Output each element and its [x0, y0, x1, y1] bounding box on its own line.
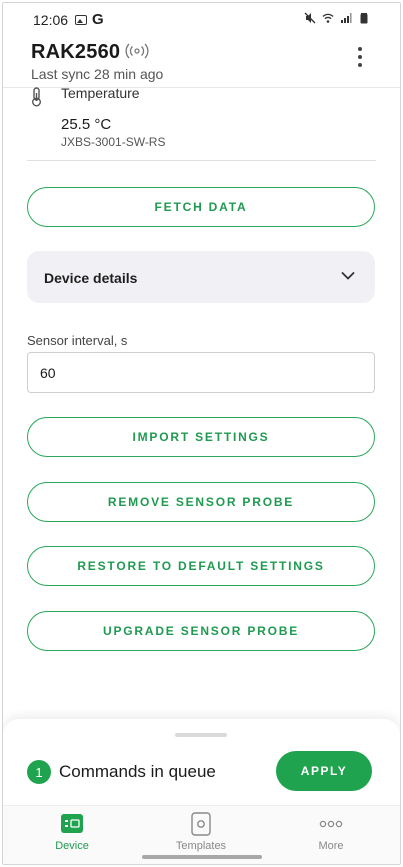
- wifi-icon: [322, 13, 334, 23]
- commands-queue-sheet: 1 Commands in queue APPLY: [3, 719, 400, 809]
- signal-bars-icon: [341, 13, 352, 23]
- thermometer-icon: [32, 87, 41, 107]
- home-indicator[interactable]: [142, 855, 262, 859]
- queue-label: Commands in queue: [59, 762, 216, 781]
- apply-button[interactable]: APPLY: [276, 751, 372, 791]
- sensor-name: Temperature: [61, 85, 140, 101]
- device-icon: [61, 814, 83, 833]
- google-icon: G: [92, 11, 104, 28]
- restore-defaults-button[interactable]: RESTORE TO DEFAULT SETTINGS: [27, 546, 375, 586]
- nav-item-device[interactable]: Device: [27, 812, 117, 856]
- fetch-data-button[interactable]: FETCH DATA: [27, 187, 375, 227]
- sheet-drag-handle[interactable]: [175, 733, 227, 737]
- last-sync-label: Last sync 28 min ago: [31, 66, 164, 82]
- gallery-icon: [75, 15, 87, 25]
- nav-label-more: More: [318, 840, 344, 852]
- chevron-down-icon: [341, 272, 355, 280]
- more-options-icon[interactable]: [356, 47, 364, 71]
- queue-count-badge: 1: [27, 760, 51, 784]
- sensor-interval-input[interactable]: [27, 352, 375, 393]
- app-header: RAK2560 Last sync 28 min ago: [3, 35, 400, 87]
- nav-item-templates[interactable]: Templates: [156, 812, 246, 856]
- sensor-interval-label: Sensor interval, s: [27, 333, 128, 348]
- more-icon: [319, 820, 343, 828]
- sensor-model: JXBS-3001-SW-RS: [61, 135, 166, 149]
- status-bar: 12:06 G: [3, 3, 400, 35]
- nav-label-device: Device: [55, 840, 89, 852]
- page-title: RAK2560: [31, 41, 121, 63]
- sensor-value: 25.5 °C: [61, 116, 112, 133]
- app-screen: 12:06 G RAK2560 Last sync 28 min ago Tem…: [2, 2, 401, 865]
- nav-label-templates: Templates: [175, 840, 227, 852]
- broadcast-icon: [125, 43, 149, 59]
- nav-item-more[interactable]: More: [286, 812, 376, 856]
- sensor-divider: [27, 160, 376, 161]
- import-settings-button[interactable]: IMPORT SETTINGS: [27, 417, 375, 457]
- status-icons: [304, 12, 370, 24]
- battery-icon: [360, 13, 368, 24]
- upgrade-sensor-probe-button[interactable]: UPGRADE SENSOR PROBE: [27, 611, 375, 651]
- mute-icon: [304, 12, 316, 24]
- templates-icon: [191, 812, 211, 836]
- remove-sensor-probe-button[interactable]: REMOVE SENSOR PROBE: [27, 482, 375, 522]
- device-details-accordion[interactable]: Device details: [27, 251, 375, 303]
- status-time: 12:06: [33, 12, 69, 28]
- device-details-label: Device details: [44, 270, 138, 286]
